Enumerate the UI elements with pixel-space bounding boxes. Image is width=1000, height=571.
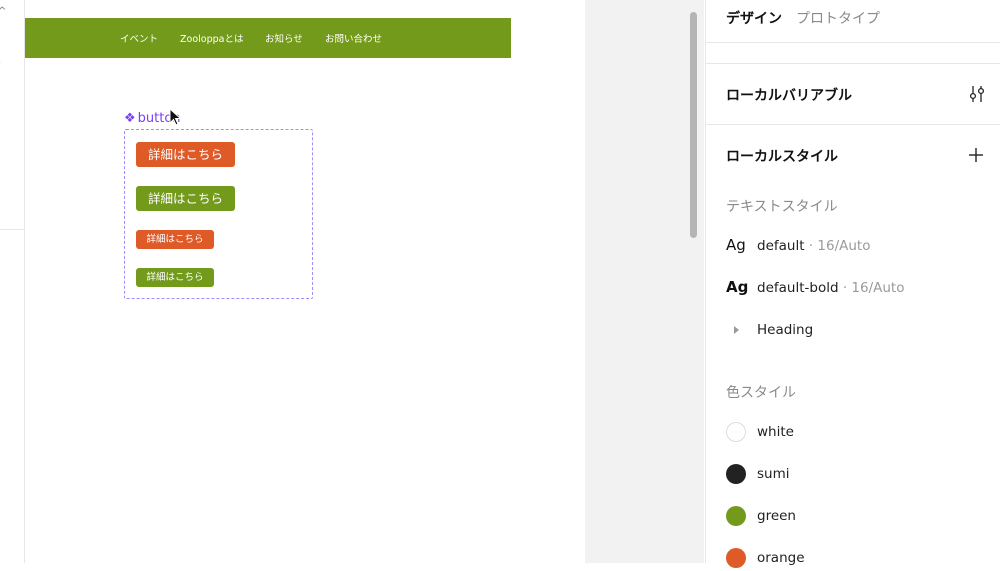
color-swatch xyxy=(726,506,746,526)
nav-bar[interactable]: イベント Zooloppaとは お知らせ お問い合わせ xyxy=(25,18,511,58)
local-styles-title: ローカルスタイル xyxy=(726,149,838,165)
text-style-meta: · 16/Auto xyxy=(804,238,871,254)
plus-icon[interactable] xyxy=(966,145,986,165)
color-swatch xyxy=(726,464,746,484)
text-style-group-name: Heading xyxy=(757,322,814,338)
text-style-name: default-bold xyxy=(757,280,839,296)
color-swatch xyxy=(726,422,746,442)
text-style-preview: Ag xyxy=(726,278,749,296)
nav-item-contact[interactable]: お問い合わせ xyxy=(325,31,382,45)
text-style-preview: Ag xyxy=(726,236,746,254)
text-style-meta: · 16/Auto xyxy=(838,280,905,296)
canvas-scrollbar[interactable] xyxy=(690,12,697,238)
text-styles-heading: テキストスタイル xyxy=(726,199,838,215)
color-style-name: orange xyxy=(757,550,805,566)
local-variables-title: ローカルバリアブル xyxy=(726,88,852,104)
tab-design[interactable]: デザイン xyxy=(726,11,782,27)
text-style-group-heading[interactable]: Heading xyxy=(726,319,986,343)
sliders-icon[interactable] xyxy=(967,84,987,104)
button-large-green[interactable]: 詳細はこちら xyxy=(136,186,235,211)
left-sidebar: ^ · xyxy=(0,0,25,563)
nav-item-about[interactable]: Zooloppaとは xyxy=(180,31,243,45)
color-style-name: sumi xyxy=(757,466,790,482)
canvas-gutter xyxy=(585,0,704,563)
color-style-name: green xyxy=(757,508,796,524)
color-style-sumi[interactable]: sumi xyxy=(726,463,986,487)
text-style-default-bold[interactable]: Ag default-bold · 16/Auto xyxy=(726,277,986,301)
nav-item-event[interactable]: イベント xyxy=(120,31,158,45)
color-style-orange[interactable]: orange xyxy=(726,547,986,571)
nav-item-news[interactable]: お知らせ xyxy=(265,31,303,45)
color-style-white[interactable]: white xyxy=(726,421,986,445)
component-icon: ❖ xyxy=(124,111,136,126)
collapse-icon[interactable]: · xyxy=(0,58,1,69)
text-style-label: default-bold · 16/Auto xyxy=(757,280,904,296)
color-style-green[interactable]: green xyxy=(726,505,986,529)
button-small-green[interactable]: 詳細はこちら xyxy=(136,268,214,287)
text-style-name: default xyxy=(757,238,805,254)
divider xyxy=(0,229,24,230)
color-style-name: white xyxy=(757,424,794,440)
chevron-up-icon[interactable]: ^ xyxy=(0,6,6,17)
tab-prototype[interactable]: プロトタイプ xyxy=(796,11,880,27)
divider xyxy=(706,42,1000,43)
panel-tabs: デザイン プロトタイプ xyxy=(726,8,880,28)
divider xyxy=(706,124,1000,125)
mouse-cursor-icon xyxy=(169,108,182,126)
divider xyxy=(706,63,1000,64)
button-large-orange[interactable]: 詳細はこちら xyxy=(136,142,235,167)
color-styles-heading: 色スタイル xyxy=(726,385,796,401)
button-small-orange[interactable]: 詳細はこちら xyxy=(136,230,214,249)
color-swatch xyxy=(726,548,746,568)
caret-right-icon[interactable] xyxy=(733,325,741,335)
text-style-label: default · 16/Auto xyxy=(757,238,870,254)
text-style-default[interactable]: Ag default · 16/Auto xyxy=(726,235,986,259)
properties-panel: デザイン プロトタイプ ローカルバリアブル ローカルスタイル テキストスタイル A… xyxy=(705,0,1000,568)
